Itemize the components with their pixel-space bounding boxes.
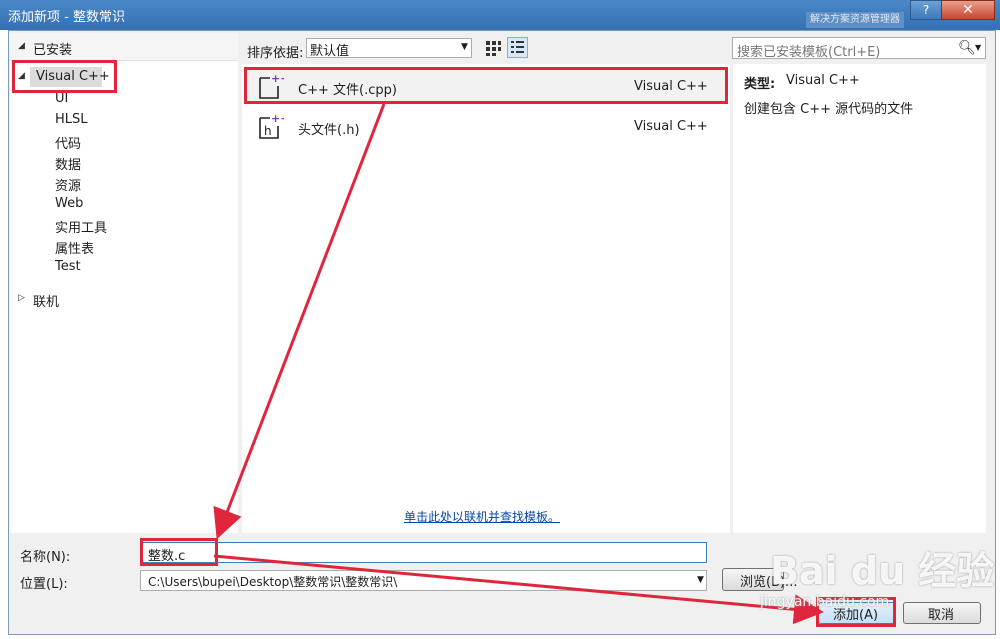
arrow-to-add — [213, 554, 824, 625]
arrow-to-name — [213, 103, 386, 540]
baidu-watermark-url: jingyan.baidu.com — [760, 594, 890, 610]
baidu-watermark: Bai du 经验 — [770, 549, 995, 593]
